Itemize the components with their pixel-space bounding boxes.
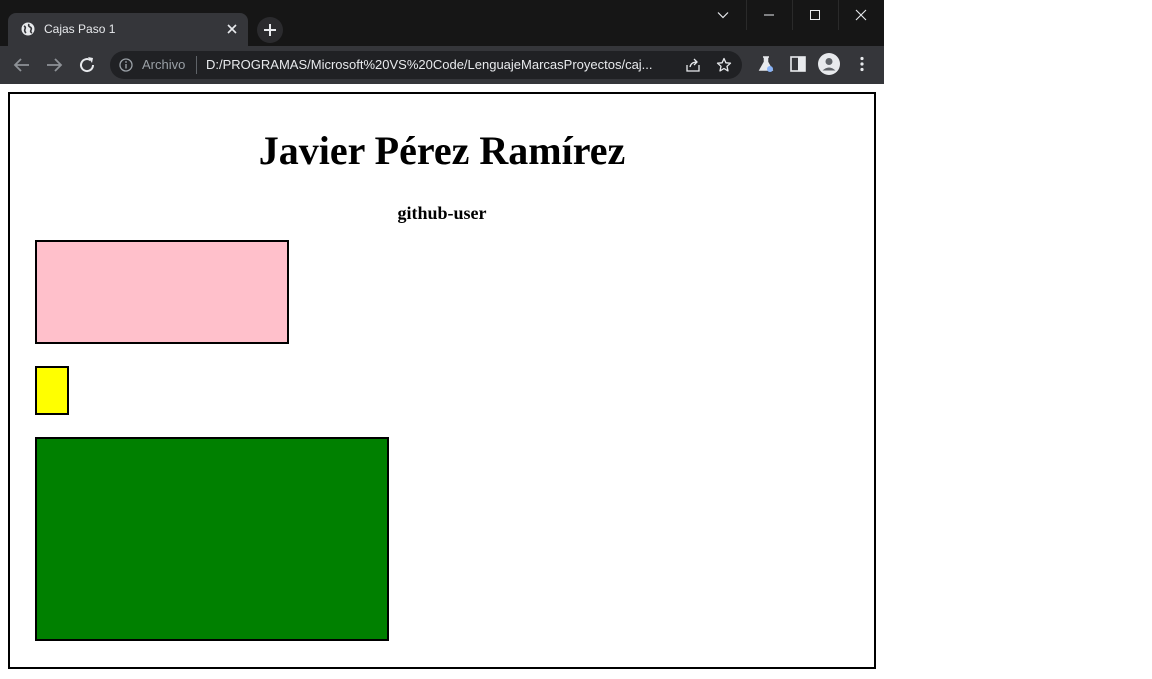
tab-active[interactable]: Cajas Paso 1 — [8, 13, 248, 46]
plus-icon — [264, 24, 276, 36]
profile-avatar-icon[interactable] — [818, 53, 840, 75]
browser-window: Cajas Paso 1 Archivo D:/PROGRAMAS/Micros… — [0, 0, 884, 84]
scheme-label: Archivo — [142, 57, 186, 72]
url-text[interactable]: D:/PROGRAMAS/Microsoft%20VS%20Code/Lengu… — [206, 57, 653, 73]
page-title: Javier Pérez Ramírez — [258, 128, 626, 173]
tab-strip: Cajas Paso 1 — [0, 0, 884, 46]
green-box — [35, 437, 389, 641]
tab-search-button[interactable] — [701, 0, 747, 30]
pink-box — [35, 240, 289, 344]
close-tab-icon[interactable] — [224, 21, 240, 37]
yellow-box — [35, 366, 69, 415]
globe-icon — [21, 22, 35, 36]
toolbar: Archivo D:/PROGRAMAS/Microsoft%20VS%20Co… — [0, 46, 884, 84]
page-subtitle: github-user — [397, 203, 487, 223]
minimize-button[interactable] — [747, 0, 793, 30]
maximize-icon — [810, 10, 820, 20]
reload-icon[interactable] — [75, 53, 99, 77]
maximize-button[interactable] — [793, 0, 839, 30]
bookmark-star-icon[interactable] — [716, 57, 732, 73]
info-icon[interactable] — [119, 58, 133, 72]
chevron-down-icon — [717, 12, 729, 19]
forward-arrow-icon[interactable] — [42, 53, 66, 77]
close-icon — [855, 9, 867, 21]
close-window-button[interactable] — [839, 0, 884, 30]
back-arrow-icon[interactable] — [10, 53, 34, 77]
more-menu-icon[interactable] — [853, 55, 871, 73]
page-content: Javier Pérez Ramírez github-user — [8, 92, 876, 669]
address-bar[interactable]: Archivo D:/PROGRAMAS/Microsoft%20VS%20Co… — [110, 51, 742, 79]
tab-title: Cajas Paso 1 — [44, 22, 116, 36]
window-controls — [701, 0, 884, 30]
side-panel-icon[interactable] — [789, 55, 807, 73]
minimize-icon — [764, 14, 774, 16]
share-icon[interactable] — [685, 57, 701, 73]
extension-labs-icon[interactable] — [757, 55, 775, 73]
new-tab-button[interactable] — [257, 17, 283, 43]
address-divider — [196, 56, 197, 74]
